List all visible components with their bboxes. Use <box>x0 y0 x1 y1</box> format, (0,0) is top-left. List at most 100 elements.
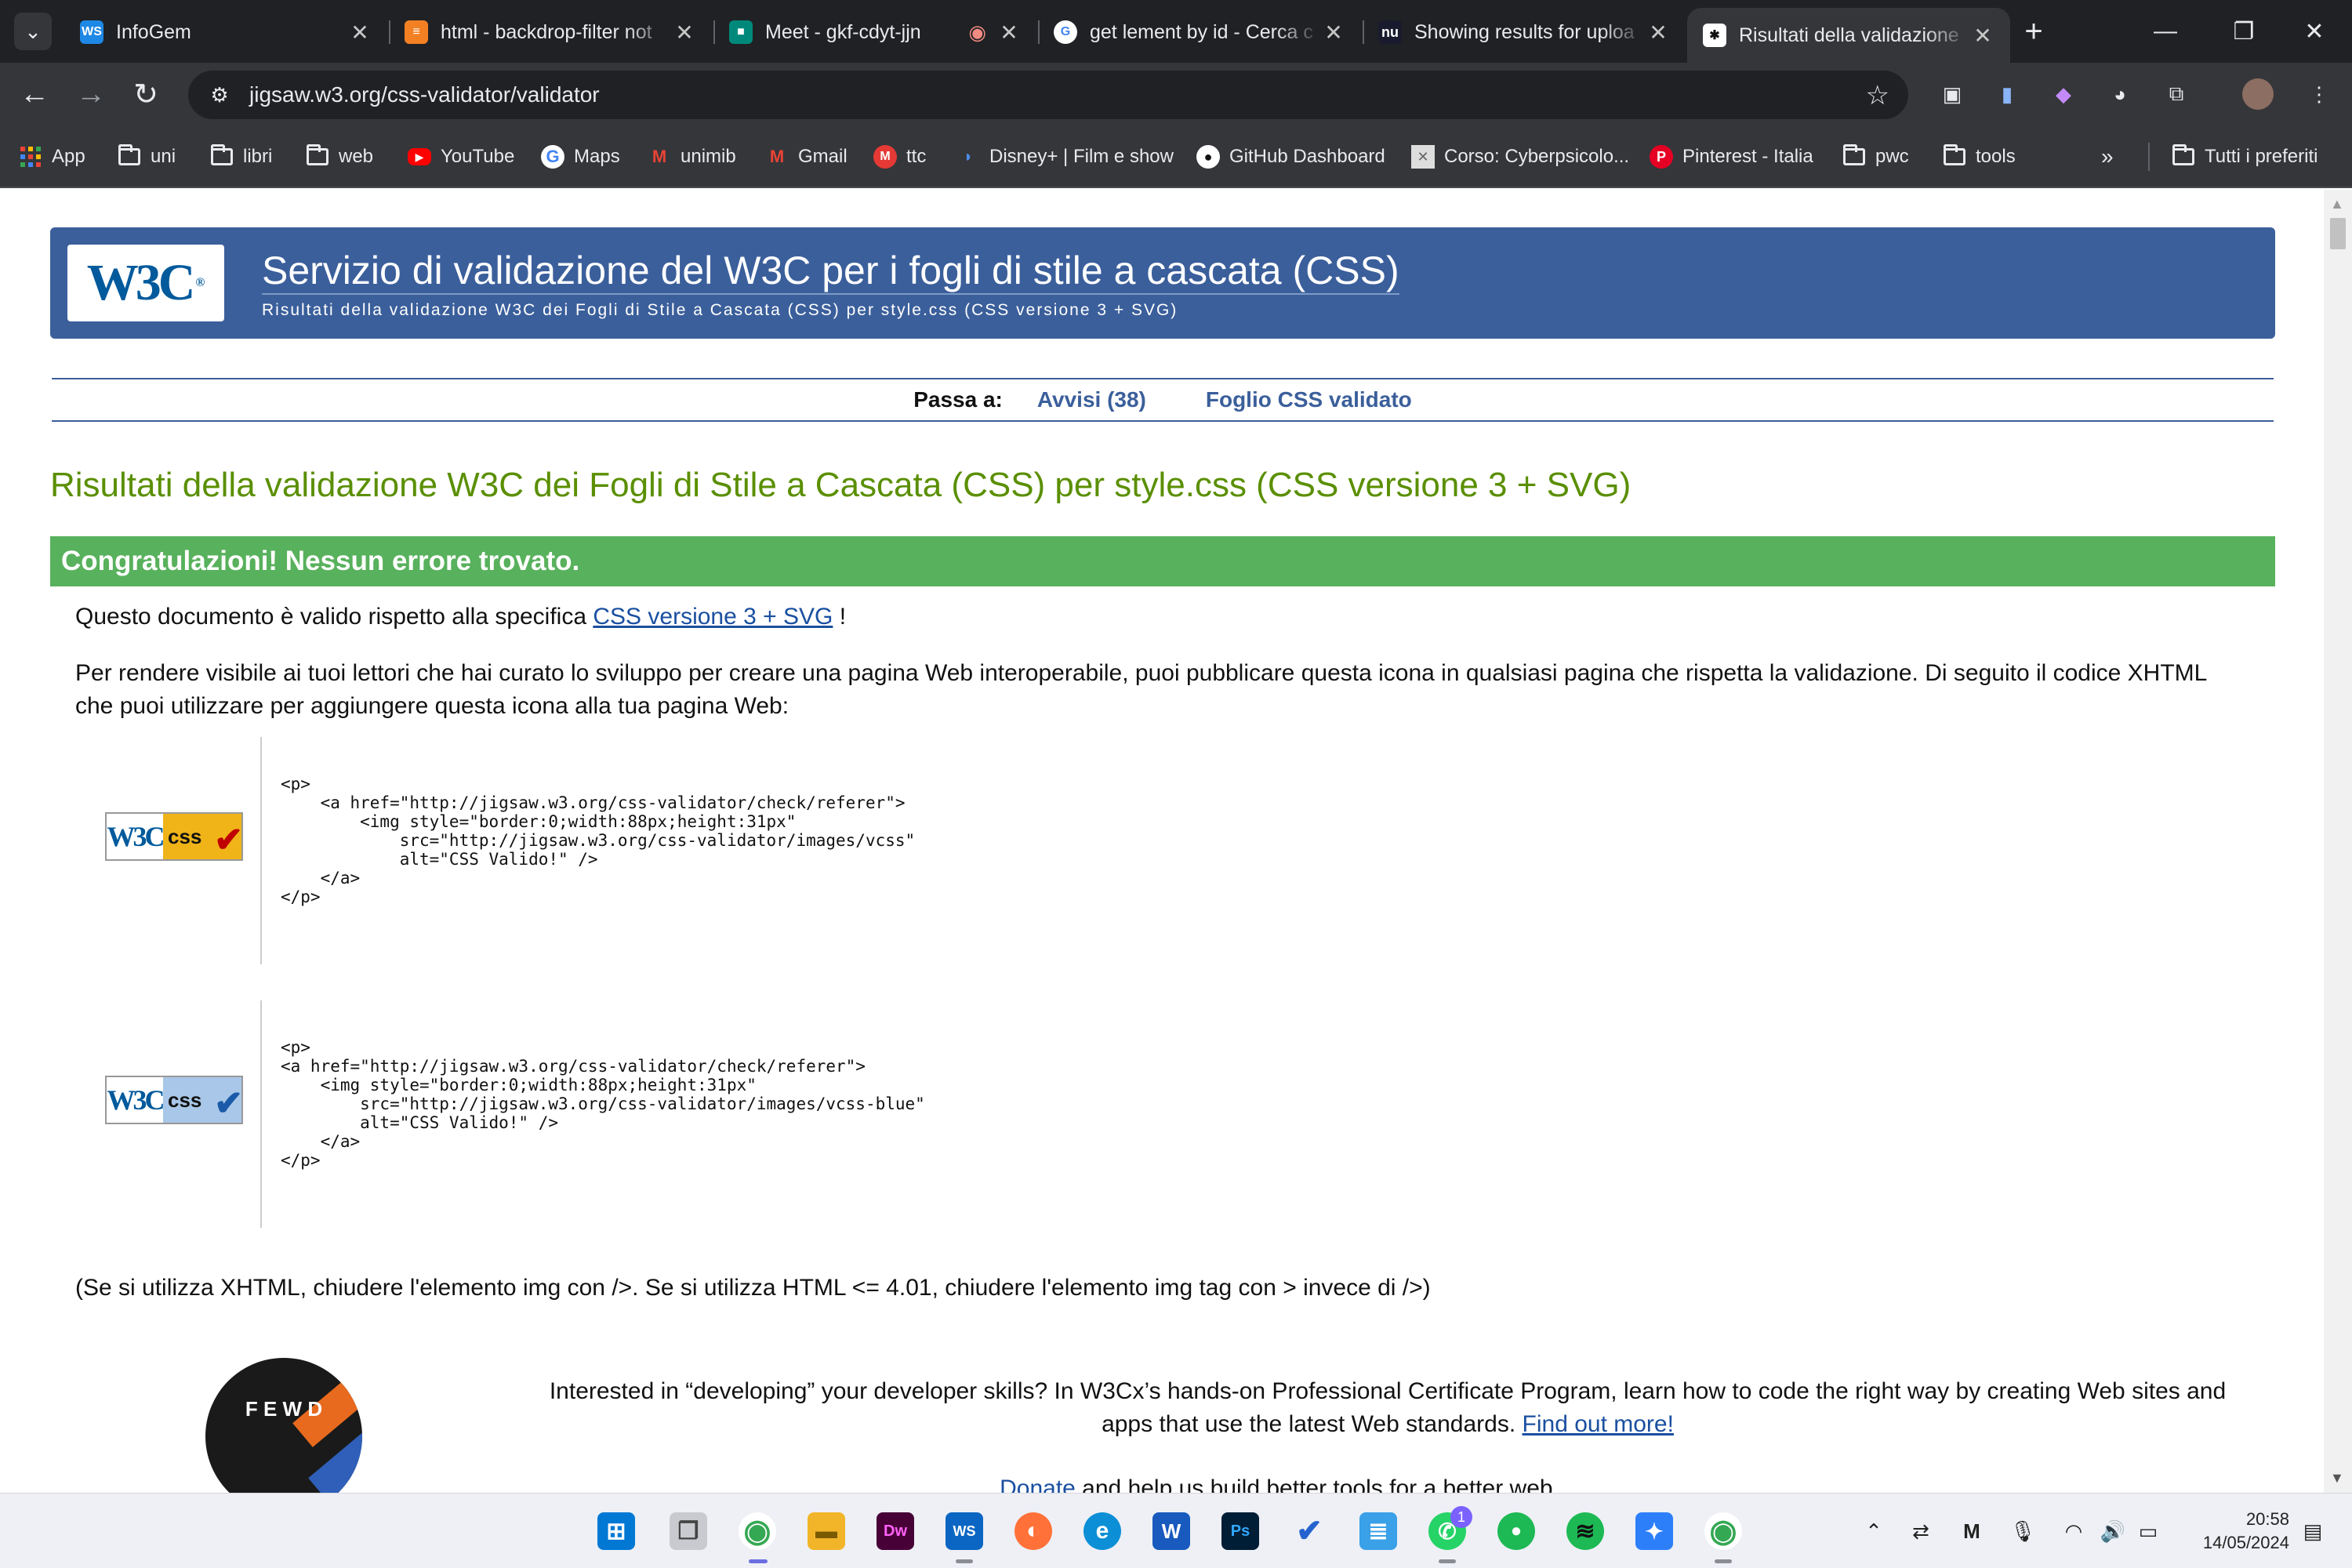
task-view-icon[interactable]: ❐ <box>670 1512 707 1550</box>
notifications-icon[interactable]: ▤ <box>2297 1517 2328 1545</box>
scrollbar-thumb[interactable] <box>2330 218 2346 249</box>
restore-icon[interactable]: ❐ <box>2212 9 2275 53</box>
bookmark-pwc[interactable]: pwc <box>1842 141 1909 172</box>
green-app-icon[interactable]: ● <box>1497 1512 1535 1550</box>
warnings-link[interactable]: Avvisi (38) <box>1037 387 1146 412</box>
google-icon: G <box>1054 20 1077 44</box>
bookmark-maps[interactable]: G Maps <box>541 141 620 172</box>
eye-extension-icon[interactable]: ◕ <box>2104 78 2136 110</box>
css-valid-badge-blue[interactable]: W3C css ✔ <box>105 1076 243 1124</box>
bookmark-gmail[interactable]: M Gmail <box>765 141 848 172</box>
scroll-up-arrow-icon[interactable]: ▲ <box>2330 196 2344 212</box>
reload-icon[interactable]: ↻ <box>125 74 166 114</box>
bookmark-unimib[interactable]: M unimib <box>648 141 736 172</box>
code-snippet-container: <p> <a href="http://jigsaw.w3.org/css-va… <box>260 737 915 964</box>
wifi-icon[interactable]: ◠ <box>2058 1517 2089 1545</box>
tab-w3c-validation[interactable]: ✱ Risultati della validazione ✕ <box>1687 8 2010 63</box>
tab-stackoverflow[interactable]: ≡ html - backdrop-filter not ✕ <box>389 8 712 56</box>
tab-search-chevron-icon[interactable]: ⌄ <box>14 13 52 50</box>
blue-app-icon[interactable]: ✦ <box>1635 1512 1673 1550</box>
spotify-icon[interactable]: ≋ <box>1566 1512 1604 1550</box>
photoshop-icon[interactable]: Ps <box>1221 1512 1259 1550</box>
forward-arrow-icon[interactable]: → <box>71 74 111 114</box>
battery-icon[interactable]: ▭ <box>2132 1517 2164 1545</box>
chrome-icon[interactable]: ◉ <box>739 1512 776 1550</box>
notepad-icon[interactable]: ≣ <box>1359 1512 1397 1550</box>
w3c-logo[interactable]: W3C ® <box>67 245 224 321</box>
tray-app-icon[interactable]: M <box>1956 1517 1987 1545</box>
validated-css-link[interactable]: Foglio CSS validato <box>1206 387 1412 412</box>
windows-start-icon[interactable]: ⊞ <box>597 1512 635 1550</box>
css-valid-badge-gold[interactable]: W3C css ✔ <box>105 812 243 861</box>
donate-link[interactable]: Donate <box>1000 1475 1076 1493</box>
bookmark-youtube[interactable]: ▶ YouTube <box>408 141 514 172</box>
apps-icon <box>19 145 42 169</box>
find-out-more-link[interactable]: Find out more! <box>1523 1411 1674 1437</box>
microphone-icon[interactable]: 🎙 <box>2007 1517 2038 1545</box>
tab-google-search[interactable]: G get lement by id - Cerca c ✕ <box>1038 8 1361 56</box>
bookmark-all-favorites[interactable]: Tutti i preferiti <box>2172 141 2318 172</box>
bookmark-web[interactable]: web <box>306 141 373 172</box>
bookmark-pinterest[interactable]: P Pinterest - Italia <box>1650 141 1813 172</box>
vertical-scrollbar[interactable]: ▲ ▼ <box>2324 190 2352 1493</box>
picture-in-picture-icon[interactable]: ▣ <box>1936 78 1968 110</box>
close-icon[interactable]: ✕ <box>348 20 372 45</box>
bookmark-tools[interactable]: tools <box>1943 141 2016 172</box>
close-icon[interactable]: ✕ <box>1322 20 1345 45</box>
bookmarks-divider <box>2148 143 2150 171</box>
pinterest-icon: P <box>1650 145 1673 169</box>
bookmark-corso[interactable]: ✕ Corso: Cyberpsicolo... <box>1411 141 1629 172</box>
bookmark-disney[interactable]: ◗ Disney+ | Film e show <box>956 141 1174 172</box>
chrome-profile-icon[interactable]: ◉ <box>1704 1512 1742 1550</box>
profile-avatar[interactable] <box>2242 78 2274 110</box>
tray-toggle-icon[interactable]: ⇄ <box>1905 1517 1936 1545</box>
running-indicator <box>1439 1559 1456 1563</box>
more-bookmarks-chevron-icon[interactable]: » <box>2101 141 2114 172</box>
new-tab-plus-icon[interactable]: + <box>2015 13 2053 50</box>
show-hidden-icons-chevron-icon[interactable]: ⌃ <box>1858 1517 1889 1545</box>
docs-extension-icon[interactable]: ▮ <box>1991 78 2023 110</box>
bookmark-star-icon[interactable]: ☆ <box>1866 80 1889 111</box>
bookmark-libri[interactable]: libri <box>210 141 272 172</box>
close-icon[interactable]: ✕ <box>673 20 696 45</box>
edge-icon[interactable]: e <box>1083 1512 1121 1550</box>
firefox-icon[interactable]: ◐ <box>1014 1512 1052 1550</box>
close-icon[interactable]: ✕ <box>997 20 1021 45</box>
site-info-icon[interactable]: ⚙ <box>204 83 235 107</box>
close-icon[interactable]: ✕ <box>1971 23 1994 49</box>
window-close-icon[interactable]: ✕ <box>2283 9 2346 53</box>
minimize-icon[interactable]: — <box>2134 9 2197 53</box>
banner-title[interactable]: Servizio di validazione del W3C per i fo… <box>262 248 1399 295</box>
webstorm-icon[interactable]: WS <box>946 1512 983 1550</box>
file-explorer-icon[interactable]: ▬ <box>808 1512 845 1550</box>
gemini-extension-icon[interactable]: ◆ <box>2048 78 2079 110</box>
bookmark-github[interactable]: ● GitHub Dashboard <box>1196 141 1385 172</box>
system-clock[interactable]: 20:58 14/05/2024 <box>2164 1508 2289 1555</box>
todo-icon[interactable]: ✔ <box>1290 1512 1328 1550</box>
close-icon[interactable]: ✕ <box>1646 20 1670 45</box>
code-snippet-gold[interactable]: <p> <a href="http://jigsaw.w3.org/css-va… <box>281 775 915 906</box>
bookmark-app[interactable]: App <box>19 141 85 172</box>
scroll-down-arrow-icon[interactable]: ▼ <box>2330 1470 2344 1486</box>
tab-nu-results[interactable]: nu Showing results for uploa ✕ <box>1363 8 1686 56</box>
front-end-web-developer-badge[interactable]: F E W D <box>205 1358 362 1493</box>
volume-icon[interactable]: 🔊 <box>2097 1517 2129 1545</box>
kebab-menu-icon[interactable]: ⋮ <box>2303 78 2335 110</box>
jump-to-bar: Passa a: Avvisi (38) Foglio CSS validato <box>52 378 2274 422</box>
css-spec-link[interactable]: CSS versione 3 + SVG <box>593 604 833 630</box>
dreamweaver-icon[interactable]: Dw <box>877 1512 914 1550</box>
word-icon[interactable]: W <box>1152 1512 1190 1550</box>
back-arrow-icon[interactable]: ← <box>14 74 55 114</box>
browser-toolbar: ← → ↻ ⚙ jigsaw.w3.org/css-validator/vali… <box>0 63 2352 125</box>
bookmark-ttc[interactable]: M ttc <box>873 141 926 172</box>
folder-icon <box>118 144 141 169</box>
tab-title: html - backdrop-filter not <box>441 20 652 43</box>
extensions-puzzle-icon[interactable]: ⧉ <box>2161 78 2192 110</box>
ttc-icon: M <box>873 145 897 169</box>
address-bar[interactable]: ⚙ jigsaw.w3.org/css-validator/validator … <box>188 71 1908 119</box>
tab-infogem[interactable]: WS InfoGem ✕ <box>64 8 387 56</box>
tab-meet[interactable]: ■ Meet - gkf-cdyt-jjn ◉ ✕ <box>713 8 1036 56</box>
url-text[interactable]: jigsaw.w3.org/css-validator/validator <box>249 82 600 107</box>
code-snippet-blue[interactable]: <p> <a href="http://jigsaw.w3.org/css-va… <box>281 1038 925 1170</box>
bookmark-uni[interactable]: uni <box>118 141 176 172</box>
